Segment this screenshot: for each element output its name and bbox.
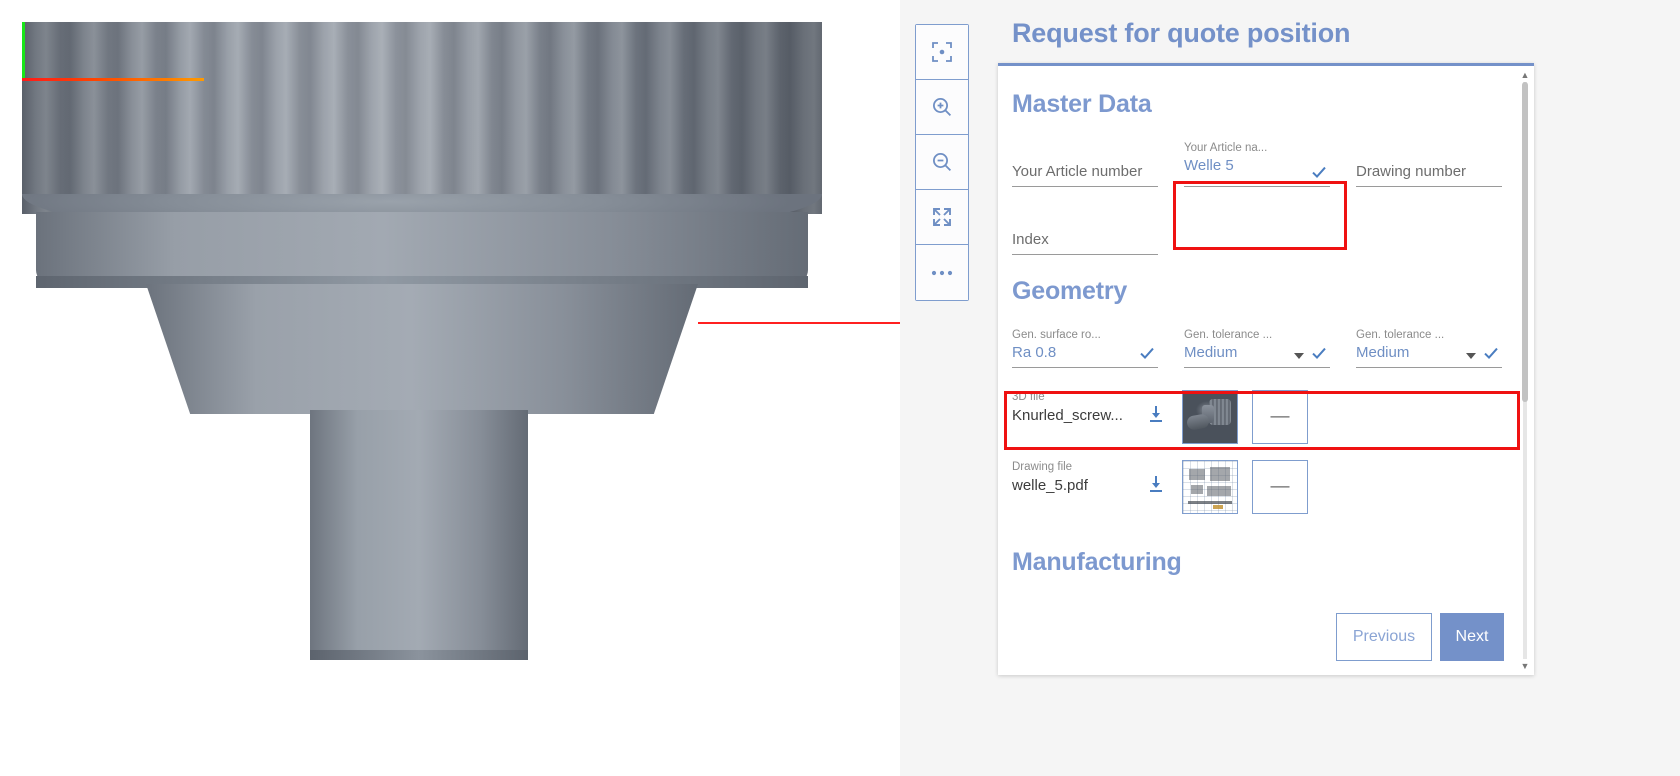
field-gen-surface-roughness[interactable]: Gen. surface ro... Ra 0.8 — [1012, 328, 1158, 368]
fit-to-view-icon — [931, 41, 953, 63]
download-icon — [1146, 474, 1166, 499]
thumb-drawing-mark — [1191, 485, 1203, 494]
viewer-toolbar — [915, 24, 969, 301]
field-your-article-number-placeholder: Your Article number — [1012, 163, 1143, 180]
field-gen-tolerance-1-label: Gen. tolerance ... — [1184, 329, 1273, 341]
field-index-placeholder: Index — [1012, 231, 1049, 248]
remove-drawing-file-button[interactable]: — — [1252, 460, 1308, 514]
file-drawing-name: welle_5.pdf — [1012, 477, 1088, 494]
check-icon — [1310, 163, 1328, 184]
file-drawing-thumbnail[interactable] — [1182, 460, 1238, 514]
model-knurled-head — [22, 22, 822, 214]
field-index[interactable]: Index — [1012, 209, 1158, 255]
model-shaft — [310, 410, 528, 658]
field-your-article-name[interactable]: Your Article na... Welle 5 — [1184, 141, 1330, 187]
3d-model-viewport[interactable] — [0, 0, 900, 776]
field-drawing-number-placeholder: Drawing number — [1356, 163, 1467, 180]
file-drawing-label: Drawing file — [1012, 461, 1073, 473]
remove-3d-file-button[interactable]: — — [1252, 390, 1308, 444]
knurled-screw-model — [0, 22, 880, 682]
section-title-master-data: Master Data — [1012, 90, 1152, 118]
form-scrollbar[interactable]: ▲ ▼ — [1519, 68, 1531, 673]
thumb-shaft — [1185, 413, 1211, 431]
zoom-out-icon — [931, 151, 953, 173]
file-3d-thumbnail[interactable] — [1182, 390, 1238, 444]
section-title-manufacturing: Manufacturing — [1012, 548, 1182, 576]
check-icon — [1482, 344, 1500, 365]
measurement-leader-line — [698, 322, 900, 324]
download-icon — [1146, 404, 1166, 429]
field-gen-tolerance-1-value: Medium — [1184, 344, 1238, 361]
file-row-drawing: Drawing file welle_5.pdf — — [1012, 460, 1504, 514]
next-button[interactable]: Next — [1440, 613, 1504, 661]
model-collar — [36, 212, 808, 284]
chevron-down-icon[interactable] — [1466, 353, 1476, 359]
more-options-button[interactable] — [916, 245, 968, 300]
app-root: Request for quote position Master Data Y… — [0, 0, 1680, 776]
field-gen-tolerance-2-value: Medium — [1356, 344, 1410, 361]
master-data-row-2: Index — [1012, 209, 1504, 255]
axis-x-indicator — [22, 78, 204, 81]
thumb-drawing-mark — [1210, 467, 1230, 481]
file-drawing-meta: Drawing file welle_5.pdf — [1012, 460, 1138, 497]
chevron-down-icon[interactable] — [1294, 353, 1304, 359]
fit-to-view-button[interactable] — [916, 25, 968, 80]
field-your-article-number[interactable]: Your Article number — [1012, 141, 1158, 187]
file-3d-name: Knurled_screw... — [1012, 407, 1123, 424]
axis-y-indicator — [22, 22, 25, 80]
download-3d-file-button[interactable] — [1138, 390, 1174, 429]
field-gen-surface-roughness-value: Ra 0.8 — [1012, 344, 1057, 361]
model-step — [146, 284, 698, 414]
check-icon — [1138, 344, 1156, 365]
form-footer-actions: Previous Next — [1336, 613, 1504, 661]
model-head-shading — [22, 22, 822, 214]
thumb-drawing-mark — [1189, 469, 1205, 480]
more-options-icon — [930, 269, 954, 277]
scroll-up-icon[interactable]: ▲ — [1520, 70, 1530, 80]
field-gen-tolerance-2[interactable]: Gen. tolerance ... Medium — [1356, 328, 1502, 368]
zoom-in-icon — [931, 96, 953, 118]
field-drawing-number[interactable]: Drawing number — [1356, 141, 1502, 187]
scroll-down-icon[interactable]: ▼ — [1520, 661, 1530, 671]
section-title-geometry: Geometry — [1012, 277, 1128, 305]
fullscreen-icon — [930, 205, 954, 229]
page-title: Request for quote position — [1012, 18, 1351, 48]
field-gen-tolerance-2-label: Gen. tolerance ... — [1356, 329, 1445, 341]
scrollbar-thumb[interactable] — [1522, 82, 1528, 402]
thumb-drawing-mark — [1188, 501, 1232, 504]
field-your-article-name-value: Welle 5 — [1184, 157, 1234, 174]
thumb-drawing-mark — [1207, 486, 1231, 496]
form-scroll-area[interactable]: Master Data Your Article number Your Art… — [998, 66, 1534, 675]
zoom-in-button[interactable] — [916, 80, 968, 135]
geometry-row: Gen. surface ro... Ra 0.8 Gen. tolerance… — [1012, 328, 1504, 368]
field-gen-surface-roughness-label: Gen. surface ro... — [1012, 329, 1101, 341]
quote-position-panel: Request for quote position Master Data Y… — [998, 18, 1534, 682]
model-shaft-tip — [310, 650, 528, 660]
file-3d-meta: 3D file Knurled_screw... — [1012, 390, 1138, 427]
check-icon — [1310, 344, 1328, 365]
fullscreen-button[interactable] — [916, 190, 968, 245]
file-3d-label: 3D file — [1012, 391, 1045, 403]
previous-button[interactable]: Previous — [1336, 613, 1432, 661]
form-card: Master Data Your Article number Your Art… — [998, 63, 1534, 675]
field-gen-tolerance-1[interactable]: Gen. tolerance ... Medium — [1184, 328, 1330, 368]
zoom-out-button[interactable] — [916, 135, 968, 190]
file-row-3d: 3D file Knurled_screw... — — [1012, 390, 1504, 444]
master-data-row-1: Your Article number Your Article na... W… — [1012, 141, 1504, 187]
thumb-drawing-mark — [1213, 505, 1223, 509]
download-drawing-file-button[interactable] — [1138, 460, 1174, 499]
field-your-article-name-label: Your Article na... — [1184, 142, 1268, 154]
